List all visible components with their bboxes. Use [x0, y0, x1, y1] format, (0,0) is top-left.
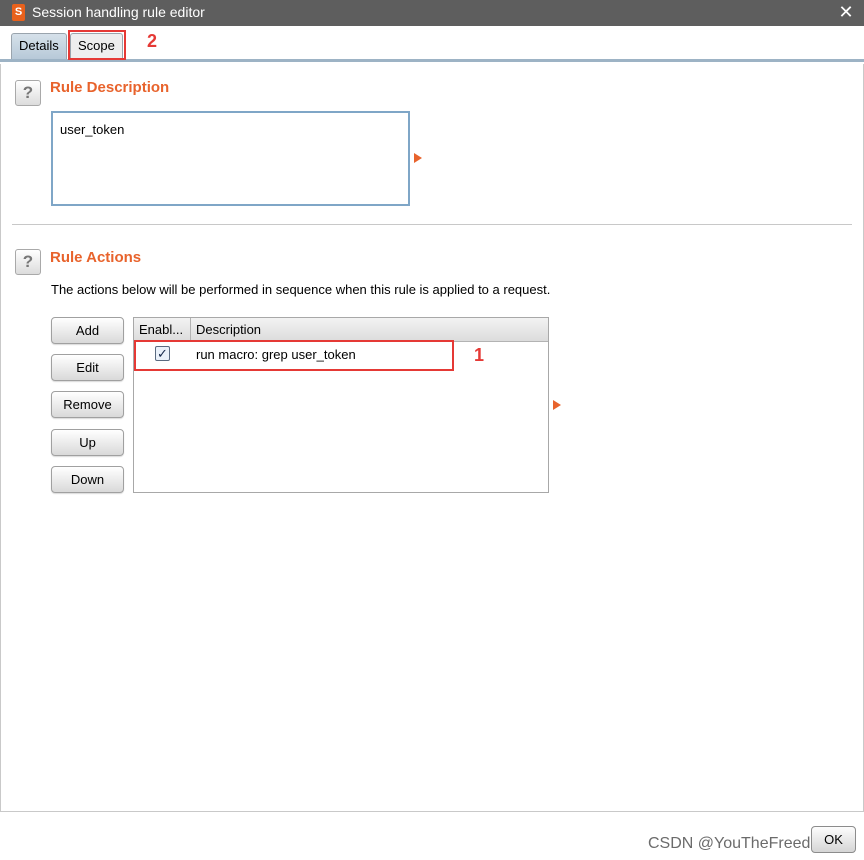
rule-description-input[interactable]: [51, 111, 410, 206]
tab-details[interactable]: Details: [11, 33, 67, 59]
annotation-number-2: 2: [147, 31, 158, 51]
column-header-enabled[interactable]: Enabl...: [134, 318, 191, 342]
remove-button[interactable]: Remove: [51, 391, 124, 418]
table-header: Enabl... Description: [134, 318, 548, 342]
tab-strip: Details Scope: [0, 26, 864, 62]
add-button[interactable]: Add: [51, 317, 124, 344]
annotation-box-action-row: [134, 340, 454, 371]
rule-description-heading: Rule Description: [50, 79, 170, 96]
tab-underline: [0, 59, 864, 62]
up-button[interactable]: Up: [51, 429, 124, 456]
annotation-number-1: 1: [474, 345, 485, 365]
rule-actions-description: The actions below will be performed in s…: [51, 282, 551, 297]
burp-app-icon: S: [12, 4, 25, 21]
window-title: Session handling rule editor: [32, 4, 205, 20]
expand-arrow-icon[interactable]: [414, 153, 422, 163]
close-button[interactable]: ✕: [836, 2, 856, 22]
watermark-text: CSDN @YouTheFreedom: [648, 835, 833, 852]
ok-button[interactable]: OK: [811, 826, 856, 853]
edit-button[interactable]: Edit: [51, 354, 124, 381]
section-divider: [12, 224, 852, 225]
down-button[interactable]: Down: [51, 466, 124, 493]
rule-actions-heading: Rule Actions: [50, 249, 142, 266]
help-icon-rule-actions[interactable]: ?: [15, 249, 41, 275]
expand-arrow-icon[interactable]: [553, 400, 561, 410]
column-header-description[interactable]: Description: [191, 318, 548, 342]
title-bar: S Session handling rule editor ✕: [0, 0, 864, 26]
annotation-box-scope: [68, 30, 126, 60]
help-icon-rule-description[interactable]: ?: [15, 80, 41, 106]
